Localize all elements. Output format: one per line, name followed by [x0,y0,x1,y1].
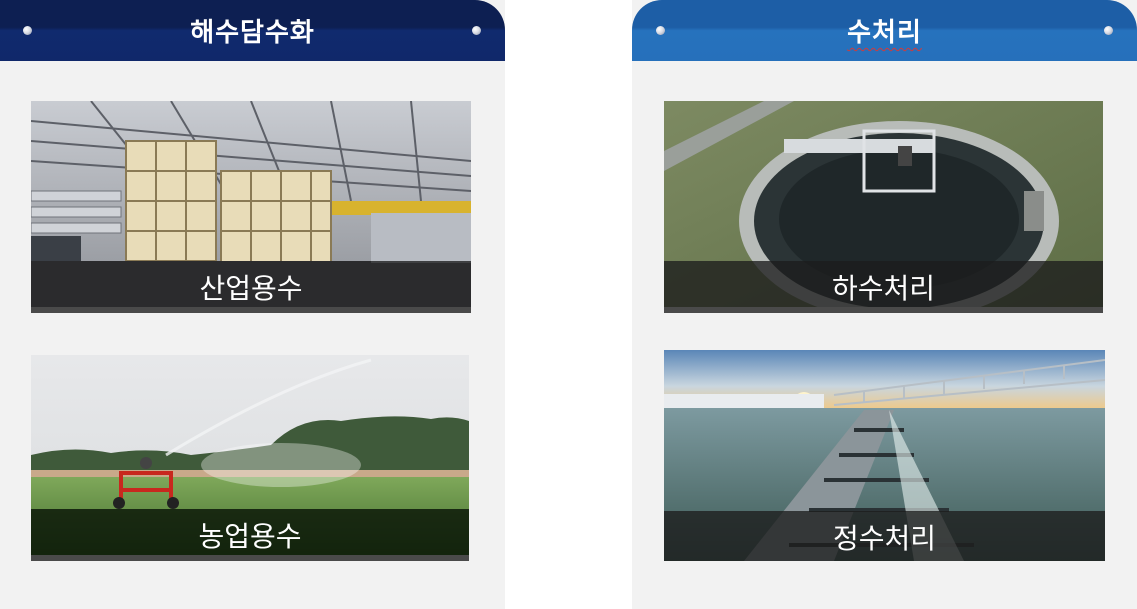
caption-bar: 농업용수 [31,509,469,561]
card-label-water-purification: 정수처리 [832,522,937,555]
card-water-purification[interactable]: 정수처리 [664,350,1105,561]
panel-title: 해수담수화 [190,18,315,48]
panel-header-water-treatment: 수처리 [632,0,1137,61]
rivet-icon [1104,26,1113,35]
caption-bar: 하수처리 [664,261,1103,313]
panel-water-treatment: 수처리 하수처리 정수처리 [632,0,1137,609]
panel-title: 수처리 [632,12,1137,49]
card-sewage-treatment[interactable]: 하수처리 [664,101,1103,313]
caption-bar: 산업용수 [31,261,471,313]
card-label-sewage-treatment: 하수처리 [831,272,936,305]
panel-header-desalination: 해수담수화 [0,0,505,61]
card-industrial-water[interactable]: 산업용수 [31,101,471,313]
card-agricultural-water[interactable]: 농업용수 [31,355,469,561]
panel-desalination: 해수담수화 산업용수 농업용수 [0,0,505,609]
rivet-icon [472,26,481,35]
panel-title-text: 수처리 [847,18,922,48]
card-label-agricultural-water: 농업용수 [198,520,302,553]
card-label-industrial-water: 산업용수 [199,272,303,305]
caption-bar: 정수처리 [664,511,1105,561]
